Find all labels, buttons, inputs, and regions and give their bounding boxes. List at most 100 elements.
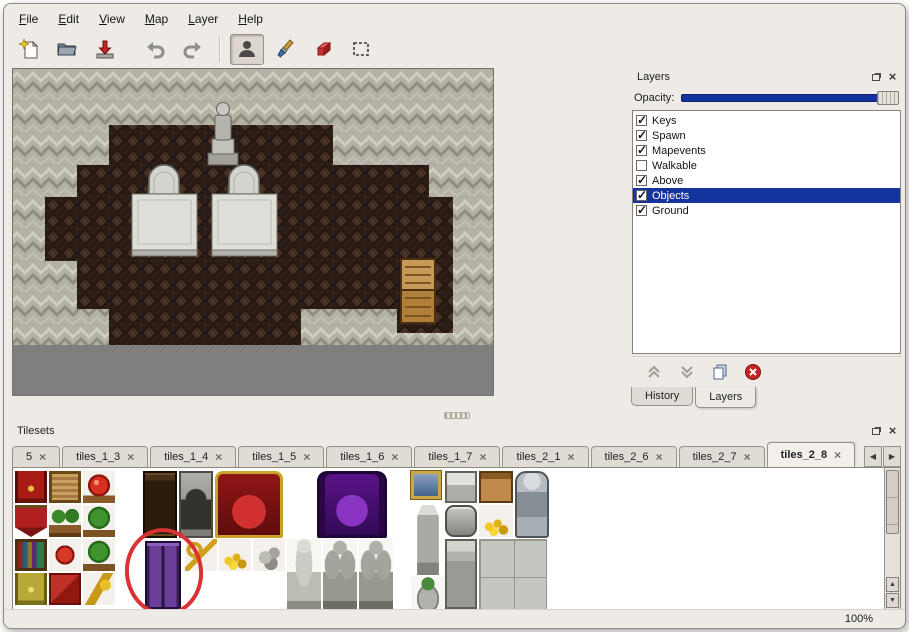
tileset-tab-5[interactable]: tiles_1_7 xyxy=(414,446,500,467)
undo-button[interactable] xyxy=(138,34,172,65)
tile-obelisk[interactable] xyxy=(411,505,445,575)
rect-select-tool-button[interactable] xyxy=(344,34,378,65)
tile-red-jar[interactable] xyxy=(49,539,81,571)
scrollbar-thumb[interactable] xyxy=(886,470,899,534)
scroll-down-button[interactable] xyxy=(886,593,899,608)
tile-yellow-banner[interactable] xyxy=(15,573,47,605)
tileset-tab-9[interactable]: tiles_2_8 xyxy=(767,442,856,467)
float-panel-button[interactable] xyxy=(868,424,883,438)
tile-dark-cabinet[interactable] xyxy=(143,471,177,538)
menu-map[interactable]: Map xyxy=(136,9,177,29)
dock-tab-0[interactable]: History xyxy=(631,387,693,406)
eraser-tool-button[interactable] xyxy=(306,34,340,65)
new-file-button[interactable] xyxy=(12,34,46,65)
tileset-scrollbar[interactable] xyxy=(884,468,900,609)
layer-visibility-checkbox[interactable] xyxy=(636,145,647,156)
tile-red-cloth[interactable] xyxy=(49,573,81,605)
close-panel-button[interactable] xyxy=(885,70,900,84)
tileset-tab-0[interactable]: 5 xyxy=(12,446,60,467)
tab-close-icon[interactable] xyxy=(479,450,486,464)
menu-edit[interactable]: Edit xyxy=(49,9,88,29)
tile-bookshelf[interactable] xyxy=(15,539,47,571)
raise-layer-button[interactable] xyxy=(644,362,664,382)
layer-row-1[interactable]: Spawn xyxy=(633,128,900,143)
tileset-tab-3[interactable]: tiles_1_5 xyxy=(238,446,324,467)
save-button[interactable] xyxy=(88,34,122,65)
layer-visibility-checkbox[interactable] xyxy=(636,190,647,201)
tile-gold-pile[interactable] xyxy=(219,539,251,571)
layer-visibility-checkbox[interactable] xyxy=(636,160,647,171)
tile-crypt-door[interactable] xyxy=(179,471,213,538)
layer-row-5[interactable]: Objects xyxy=(633,188,900,203)
tileset-tab-8[interactable]: tiles_2_7 xyxy=(679,446,765,467)
tile-plant-2[interactable] xyxy=(83,539,115,571)
menu-file[interactable]: File xyxy=(10,9,47,29)
float-panel-button[interactable] xyxy=(868,70,883,84)
dock-tab-1[interactable]: Layers xyxy=(695,387,756,408)
menu-help[interactable]: Help xyxy=(229,9,272,29)
horizontal-splitter[interactable] xyxy=(12,411,902,420)
tile-plant[interactable] xyxy=(83,505,115,537)
tab-close-icon[interactable] xyxy=(303,450,310,464)
tile-coffin[interactable] xyxy=(445,505,477,537)
layer-visibility-checkbox[interactable] xyxy=(636,115,647,126)
delete-layer-button[interactable] xyxy=(743,362,763,382)
tab-close-icon[interactable] xyxy=(834,448,841,462)
splitter-grip-icon[interactable] xyxy=(444,412,470,419)
tile-wooden-desk[interactable] xyxy=(479,471,513,503)
layer-visibility-checkbox[interactable] xyxy=(636,205,647,216)
tab-close-icon[interactable] xyxy=(568,450,575,464)
close-panel-button[interactable] xyxy=(885,424,900,438)
opacity-slider-handle[interactable] xyxy=(877,91,899,105)
tile-red-flag[interactable] xyxy=(15,505,47,537)
layer-row-2[interactable]: Mapevents xyxy=(633,143,900,158)
tab-close-icon[interactable] xyxy=(391,450,398,464)
tile-potted-plants[interactable] xyxy=(49,505,81,537)
opacity-slider[interactable] xyxy=(681,90,899,105)
tile-painting[interactable] xyxy=(411,471,441,499)
menu-layer[interactable]: Layer xyxy=(179,9,227,29)
tile-gray-chest[interactable] xyxy=(445,471,477,503)
lower-layer-button[interactable] xyxy=(677,362,697,382)
tile-gold-horn[interactable] xyxy=(83,573,115,605)
open-button[interactable] xyxy=(50,34,84,65)
tile-purple-throne[interactable] xyxy=(317,471,387,538)
scroll-up-button[interactable] xyxy=(886,577,899,592)
tile-gold-treasure[interactable] xyxy=(479,505,513,537)
tile-gold-key[interactable] xyxy=(185,539,217,571)
tile-red-throne[interactable] xyxy=(215,471,283,538)
tile-stone-tiles[interactable] xyxy=(479,539,547,610)
tileset-tab-7[interactable]: tiles_2_6 xyxy=(591,446,677,467)
scroll-tabs-left-button[interactable] xyxy=(864,446,882,467)
tileset-tab-4[interactable]: tiles_1_6 xyxy=(326,446,412,467)
layer-row-4[interactable]: Above xyxy=(633,173,900,188)
tile-purple-door[interactable] xyxy=(145,541,181,610)
tab-close-icon[interactable] xyxy=(656,450,663,464)
tile-gargoyle-statue[interactable] xyxy=(323,539,357,610)
redo-button[interactable] xyxy=(176,34,210,65)
layer-visibility-checkbox[interactable] xyxy=(636,130,647,141)
layer-row-6[interactable]: Ground xyxy=(633,203,900,218)
tab-close-icon[interactable] xyxy=(39,450,46,464)
tile-red-pot[interactable] xyxy=(83,471,115,503)
tileset-tab-1[interactable]: tiles_1_3 xyxy=(62,446,148,467)
map-canvas[interactable] xyxy=(12,68,494,396)
tile-angel-statue[interactable] xyxy=(287,539,321,610)
stamp-tool-button[interactable] xyxy=(230,34,264,65)
tile-stone-vase[interactable] xyxy=(411,577,445,610)
layer-row-0[interactable]: Keys xyxy=(633,113,900,128)
scroll-tabs-right-button[interactable] xyxy=(883,446,901,467)
tile-red-banner[interactable] xyxy=(15,471,47,503)
tile-loom[interactable] xyxy=(49,471,81,503)
brush-tool-button[interactable] xyxy=(268,34,302,65)
layer-row-3[interactable]: Walkable xyxy=(633,158,900,173)
tile-gargoyle-statue-2[interactable] xyxy=(359,539,393,610)
layer-visibility-checkbox[interactable] xyxy=(636,175,647,186)
tile-knight-armor[interactable] xyxy=(515,471,549,538)
tile-pedestal[interactable] xyxy=(445,539,477,609)
tab-close-icon[interactable] xyxy=(215,450,222,464)
menu-view[interactable]: View xyxy=(90,9,134,29)
tab-close-icon[interactable] xyxy=(744,450,751,464)
duplicate-layer-button[interactable] xyxy=(710,362,730,382)
tile-rock-pile[interactable] xyxy=(253,539,285,571)
